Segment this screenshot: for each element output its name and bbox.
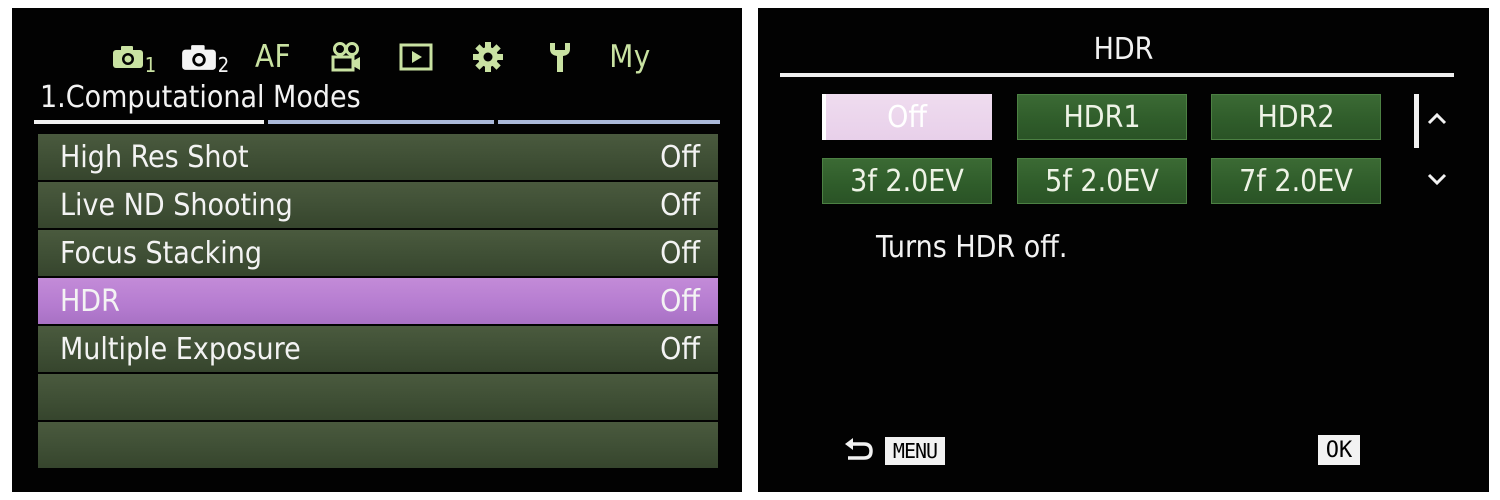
menu-item-label: HDR [60, 283, 120, 319]
option-5f-2ev[interactable]: 5f 2.0EV [1017, 158, 1187, 204]
menu-item-value: Off [660, 235, 700, 271]
chevron-down-icon[interactable] [1426, 172, 1448, 186]
chevron-up-icon[interactable] [1426, 112, 1448, 126]
video-camera-icon [331, 42, 360, 72]
option-3f-2ev[interactable]: 3f 2.0EV [822, 158, 992, 204]
camera-icon [181, 44, 216, 70]
menu-item-value: Off [660, 331, 700, 367]
option-label: 5f 2.0EV [1045, 163, 1159, 199]
menu-item-label: Live ND Shooting [60, 187, 293, 223]
option-label: 3f 2.0EV [850, 163, 964, 199]
menu-item-high-res-shot[interactable]: High Res Shot Off [38, 134, 718, 180]
tab-my-menu[interactable]: My [604, 32, 656, 82]
ok-button[interactable]: OK [1318, 435, 1360, 465]
tab-video[interactable] [324, 32, 368, 82]
menu-item-empty [38, 422, 718, 468]
option-label: HDR2 [1257, 99, 1335, 135]
camera-icon [112, 46, 143, 68]
menu-item-label: Focus Stacking [60, 235, 263, 271]
playback-icon [399, 43, 433, 71]
menu-item-focus-stacking[interactable]: Focus Stacking Off [38, 230, 718, 276]
option-7f-2ev[interactable]: 7f 2.0EV [1211, 158, 1381, 204]
option-description: Turns HDR off. [876, 230, 1068, 265]
menu-item-multiple-exposure[interactable]: Multiple Exposure Off [38, 326, 718, 372]
tab-label: AF [254, 39, 292, 75]
tab-subscript: 2 [217, 53, 230, 77]
menu-button[interactable]: MENU [885, 437, 945, 465]
screen-title: HDR [1093, 32, 1154, 67]
scrollbar[interactable] [1414, 94, 1419, 148]
tab-label: My [609, 39, 651, 75]
tab-shooting-1[interactable]: 1 [104, 32, 164, 82]
page-indicator [268, 120, 494, 124]
page-title: 1.Computational Modes [40, 80, 361, 115]
title-divider [780, 73, 1454, 77]
tab-setup[interactable] [468, 32, 508, 82]
menu-screen: 1 2 AF My 1.Computational Modes High Res… [12, 8, 742, 492]
option-label: HDR1 [1063, 99, 1141, 135]
menu-item-live-nd-shooting[interactable]: Live ND Shooting Off [38, 182, 718, 228]
tab-af[interactable]: AF [248, 32, 298, 82]
wrench-icon [550, 43, 570, 72]
hdr-settings-screen: HDR Off HDR1 HDR2 3f 2.0EV 5f 2.0EV 7f 2… [758, 8, 1489, 492]
page-indicator [498, 120, 720, 124]
option-label: 7f 2.0EV [1239, 163, 1353, 199]
option-off[interactable]: Off [822, 94, 992, 140]
menu-item-label: Multiple Exposure [60, 331, 301, 367]
option-label: Off [887, 99, 927, 135]
menu-item-hdr[interactable]: HDR Off [38, 278, 718, 324]
menu-item-empty [38, 374, 718, 420]
option-hdr1[interactable]: HDR1 [1017, 94, 1187, 140]
tab-shooting-2[interactable]: 2 [172, 32, 238, 82]
page-indicator-current [34, 120, 264, 124]
tab-playback[interactable] [396, 32, 436, 82]
menu-item-value: Off [660, 187, 700, 223]
gear-icon [473, 42, 503, 72]
back-arrow-icon [845, 438, 873, 460]
tab-subscript: 1 [144, 53, 157, 77]
menu-item-value: Off [660, 283, 700, 319]
tab-custom[interactable] [542, 32, 578, 82]
menu-item-value: Off [660, 139, 700, 175]
menu-list: High Res Shot Off Live ND Shooting Off F… [38, 134, 718, 470]
menu-tab-bar: 1 2 AF My [12, 32, 742, 82]
menu-item-label: High Res Shot [60, 139, 249, 175]
option-hdr2[interactable]: HDR2 [1211, 94, 1381, 140]
